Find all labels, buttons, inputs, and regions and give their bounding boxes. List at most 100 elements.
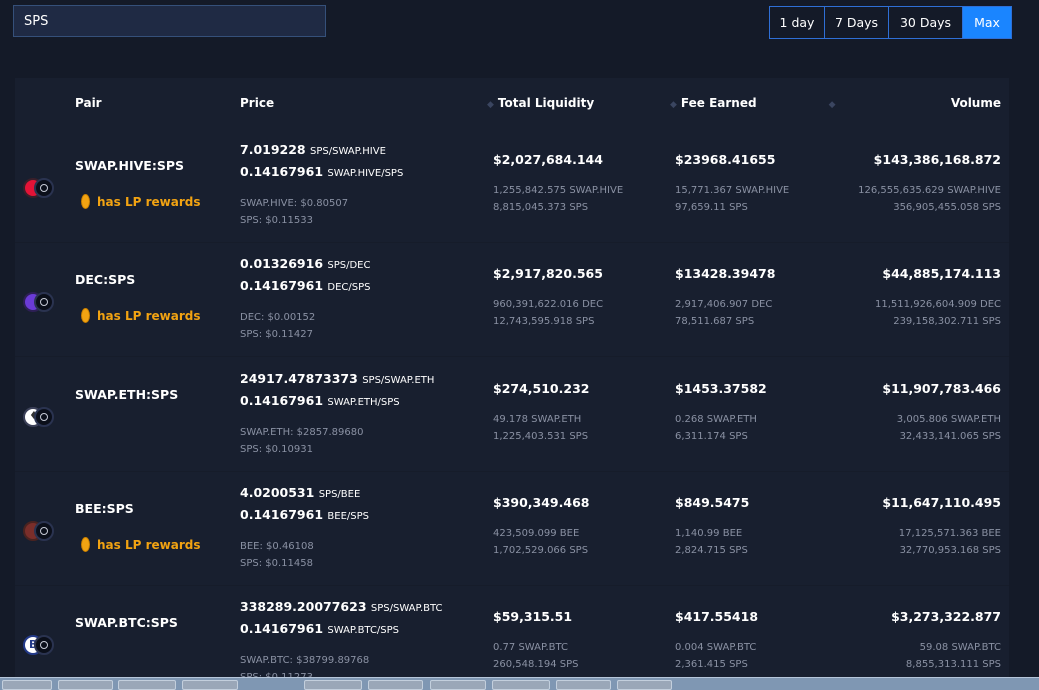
pair-token-icons: ♦ — [23, 407, 59, 429]
token-a-usd-price: DEC: $0.00152 — [240, 312, 316, 323]
token-b-usd-price: SPS: $0.10931 — [240, 444, 313, 455]
token-b-usd-price: SPS: $0.11458 — [240, 558, 313, 569]
liquidity-token-b: 12,743,595.918 SPS — [493, 316, 595, 327]
coin-icon — [81, 308, 90, 323]
volume-token-a: 126,555,635.629 SWAP.HIVE — [858, 185, 1001, 196]
volume-token-b: 356,905,455.058 SPS — [893, 202, 1001, 213]
token-a-usd-price: BEE: $0.46108 — [240, 541, 314, 552]
liquidity-token-b: 1,225,403.531 SPS — [493, 431, 589, 442]
header-price[interactable]: Price — [240, 96, 274, 110]
liquidity-token-a: 960,391,622.016 DEC — [493, 299, 604, 310]
table-row[interactable]: ♦ SWAP.ETH:SPS 24917.47873373 SPS/SWAP.E… — [15, 358, 1009, 472]
price-inverse: 0.14167961 DEC/SPS — [240, 278, 371, 293]
volume-token-a: 17,125,571.363 BEE — [898, 528, 1001, 539]
price-inverse: 0.14167961 BEE/SPS — [240, 507, 369, 522]
range-max-button[interactable]: Max — [963, 7, 1011, 38]
price-primary: 24917.47873373 SPS/SWAP.ETH — [240, 371, 435, 386]
sps-icon — [34, 407, 54, 427]
header-volume[interactable]: Volume — [951, 96, 1001, 110]
liquidity-token-a: 1,255,842.575 SWAP.HIVE — [493, 185, 624, 196]
fee-token-b: 78,511.687 SPS — [675, 316, 755, 327]
fee-token-b: 97,659.11 SPS — [675, 202, 748, 213]
volume-usd: $11,647,110.495 — [882, 495, 1001, 510]
pair-name[interactable]: SWAP.BTC:SPS — [75, 615, 178, 630]
volume-usd: $44,885,174.113 — [882, 266, 1001, 281]
volume-token-a: 59.08 SWAP.BTC — [919, 642, 1001, 653]
search-input[interactable] — [13, 5, 326, 37]
sps-icon — [34, 521, 54, 541]
time-range-selector: 1 day 7 Days 30 Days Max — [769, 6, 1012, 39]
pair-name[interactable]: SWAP.ETH:SPS — [75, 387, 178, 402]
lp-rewards-label: has LP rewards — [97, 308, 201, 323]
volume-token-b: 239,158,302.711 SPS — [893, 316, 1001, 327]
pair-token-icons: B — [23, 635, 59, 657]
sps-icon — [34, 292, 54, 312]
header-fee-earned[interactable]: ◆ Fee Earned ◆ — [670, 96, 840, 110]
fee-token-b: 2,824.715 SPS — [675, 545, 748, 556]
fee-earned-usd: $417.55418 — [675, 609, 759, 624]
token-a-usd-price: SWAP.HIVE: $0.80507 — [240, 198, 349, 209]
liquidity-token-b: 1,702,529.066 SPS — [493, 545, 589, 556]
volume-token-b: 32,770,953.168 SPS — [899, 545, 1001, 556]
fee-token-a: 0.268 SWAP.ETH — [675, 414, 757, 425]
price-primary: 4.0200531 SPS/BEE — [240, 485, 361, 500]
total-liquidity-usd: $59,315.51 — [493, 609, 573, 624]
liquidity-token-b: 8,815,045.373 SPS — [493, 202, 589, 213]
volume-token-a: 11,511,926,604.909 DEC — [875, 299, 1001, 310]
sort-icon: ◆ — [670, 100, 677, 110]
pair-name[interactable]: SWAP.HIVE:SPS — [75, 158, 184, 173]
fee-earned-usd: $13428.39478 — [675, 266, 776, 281]
range-30-days-button[interactable]: 30 Days — [889, 7, 963, 38]
liquidity-token-a: 423,509.099 BEE — [493, 528, 580, 539]
table-row[interactable]: B SWAP.BTC:SPS 338289.20077623 SPS/SWAP.… — [15, 586, 1009, 689]
token-a-usd-price: SWAP.ETH: $2857.89680 — [240, 427, 364, 438]
header-total-liquidity[interactable]: ◆ Total Liquidity — [487, 96, 594, 110]
coin-icon — [81, 537, 90, 552]
total-liquidity-usd: $2,917,820.565 — [493, 266, 603, 281]
liquidity-token-b: 260,548.194 SPS — [493, 659, 579, 670]
token-b-usd-price: SPS: $0.11533 — [240, 215, 313, 226]
pair-token-icons — [23, 521, 59, 543]
sort-icon: ◆ — [828, 100, 836, 110]
fee-token-b: 2,361.415 SPS — [675, 659, 748, 670]
range-1-day-button[interactable]: 1 day — [770, 7, 825, 38]
taskbar — [0, 677, 1039, 690]
fee-earned-usd: $23968.41655 — [675, 152, 776, 167]
pair-name[interactable]: DEC:SPS — [75, 272, 135, 287]
price-primary: 338289.20077623 SPS/SWAP.BTC — [240, 599, 443, 614]
token-b-usd-price: SPS: $0.11427 — [240, 329, 313, 340]
volume-token-a: 3,005.806 SWAP.ETH — [896, 414, 1001, 425]
lp-rewards-badge: has LP rewards — [81, 308, 200, 323]
fee-token-a: 2,917,406.907 DEC — [675, 299, 773, 310]
total-liquidity-usd: $2,027,684.144 — [493, 152, 603, 167]
fee-earned-usd: $1453.37582 — [675, 381, 767, 396]
pair-token-icons — [23, 292, 59, 314]
table-row[interactable]: DEC:SPS has LP rewards 0.01326916 SPS/DE… — [15, 243, 1009, 357]
fee-earned-usd: $849.5475 — [675, 495, 750, 510]
sps-icon — [34, 635, 54, 655]
table-row[interactable]: SWAP.HIVE:SPS has LP rewards 7.019228 SP… — [15, 129, 1009, 243]
lp-rewards-badge: has LP rewards — [81, 194, 200, 209]
fee-token-a: 0.004 SWAP.BTC — [675, 642, 757, 653]
volume-token-b: 8,855,313.111 SPS — [905, 659, 1001, 670]
range-7-days-button[interactable]: 7 Days — [825, 7, 889, 38]
row-divider — [15, 356, 1009, 357]
total-liquidity-usd: $274,510.232 — [493, 381, 590, 396]
pair-name[interactable]: BEE:SPS — [75, 501, 134, 516]
lp-rewards-label: has LP rewards — [97, 194, 201, 209]
price-inverse: 0.14167961 SWAP.ETH/SPS — [240, 393, 400, 408]
fee-token-b: 6,311.174 SPS — [675, 431, 748, 442]
header-pair[interactable]: Pair — [75, 96, 102, 110]
volume-token-b: 32,433,141.065 SPS — [899, 431, 1001, 442]
table-row[interactable]: BEE:SPS has LP rewards 4.0200531 SPS/BEE… — [15, 472, 1009, 586]
lp-rewards-label: has LP rewards — [97, 537, 201, 552]
liquidity-token-a: 49.178 SWAP.ETH — [493, 414, 582, 425]
price-primary: 0.01326916 SPS/DEC — [240, 256, 371, 271]
token-a-usd-price: SWAP.BTC: $38799.89768 — [240, 655, 370, 666]
price-primary: 7.019228 SPS/SWAP.HIVE — [240, 142, 386, 157]
fee-token-a: 15,771.367 SWAP.HIVE — [675, 185, 790, 196]
volume-usd: $143,386,168.872 — [873, 152, 1001, 167]
sort-icon: ◆ — [487, 100, 494, 110]
price-inverse: 0.14167961 SWAP.HIVE/SPS — [240, 164, 404, 179]
lp-rewards-badge: has LP rewards — [81, 537, 200, 552]
